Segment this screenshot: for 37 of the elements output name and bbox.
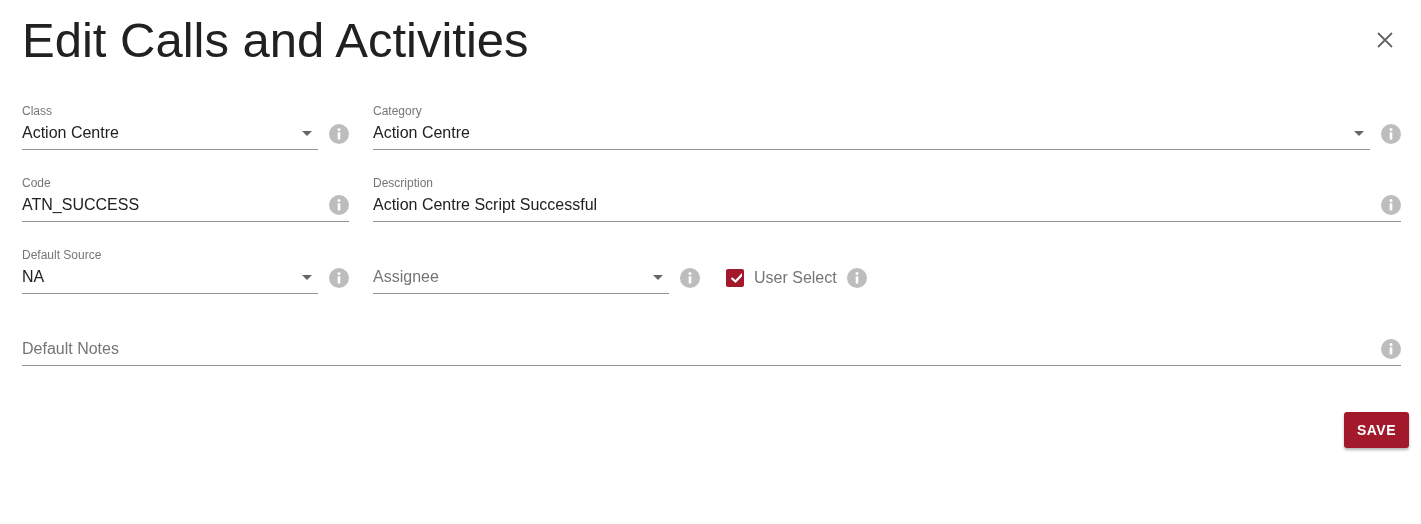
field-label: Default Source	[22, 248, 103, 262]
placeholder-text: Default Notes	[22, 340, 119, 358]
caret-icon	[302, 130, 312, 136]
dropdown-field[interactable]: Category Action Centre	[373, 104, 1370, 150]
input-field[interactable]: Default Notes	[22, 320, 1401, 366]
info-icon[interactable]	[1381, 124, 1401, 144]
field-value: Action Centre Script Successful	[373, 196, 598, 214]
field-value: Action Centre	[373, 124, 470, 142]
field-value: NA	[22, 268, 45, 286]
input-field[interactable]: Code ATN_SUCCESS	[22, 176, 349, 222]
dialog-title: Edit Calls and Activities	[22, 12, 529, 68]
info-icon[interactable]	[1381, 339, 1401, 359]
close-icon	[1377, 32, 1393, 48]
close-button[interactable]	[1377, 32, 1393, 48]
info-icon[interactable]	[329, 195, 349, 215]
caret-icon	[302, 274, 312, 280]
checkbox-label: User Select	[754, 269, 837, 287]
input-field[interactable]: Description Action Centre Script Successful	[373, 176, 1401, 222]
field-label: Class	[22, 104, 53, 118]
field-value: ATN_SUCCESS	[22, 196, 140, 214]
field-label: Code	[22, 176, 52, 190]
info-icon[interactable]	[680, 268, 700, 288]
caret-icon	[653, 274, 663, 280]
dropdown-field[interactable]: Default Source NA	[22, 248, 318, 294]
info-icon[interactable]	[329, 268, 349, 288]
info-icon[interactable]	[329, 124, 349, 144]
field-label: Description	[373, 176, 435, 190]
info-icon[interactable]	[846, 268, 867, 288]
dropdown-field[interactable]: Class Action Centre	[22, 104, 318, 150]
caret-icon	[1354, 130, 1364, 136]
save-button[interactable]: SAVE	[1343, 412, 1409, 448]
info-icon[interactable]	[1381, 195, 1401, 215]
field-value: Action Centre	[22, 124, 119, 142]
field-label: Category	[373, 104, 423, 118]
dropdown-field[interactable]: Assignee	[373, 248, 669, 294]
placeholder-text: Assignee	[373, 268, 439, 286]
checkbox[interactable]	[726, 269, 744, 287]
